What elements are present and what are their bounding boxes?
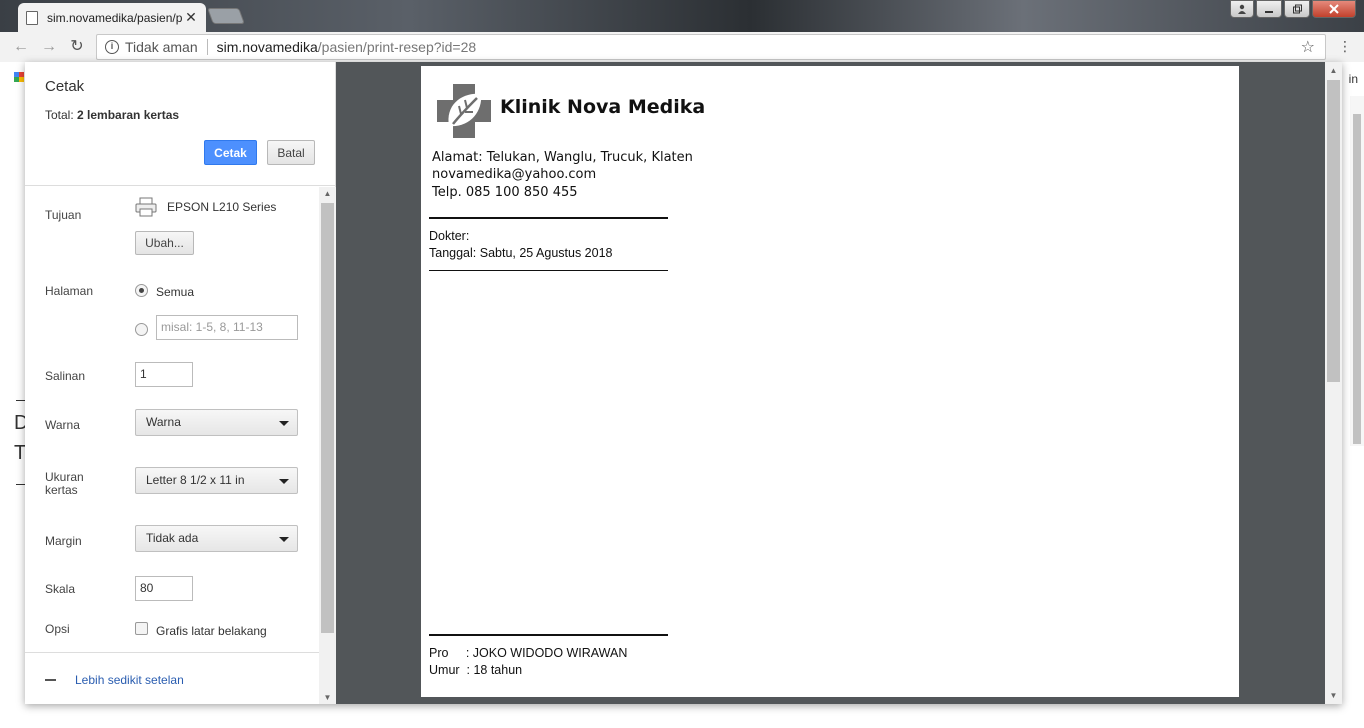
scroll-up-icon[interactable]: ▲ [1325,66,1342,75]
divider [429,270,668,271]
paper-size-select[interactable]: Letter 8 1/2 x 11 in [135,467,298,494]
clinic-name: Klinik Nova Medika [500,96,706,118]
settings-footer: Lebih sedikit setelan [25,652,319,704]
chevron-down-icon [279,537,289,542]
minimize-button[interactable] [1256,0,1282,18]
scale-label: Skala [45,582,76,596]
close-tab-icon[interactable]: ✕ [184,9,198,26]
color-value: Warna [146,415,181,429]
preview-page: Klinik Nova Medika Alamat: Telukan, Wang… [421,66,1239,697]
browser-toolbar: ← → ↻ i Tidak aman sim.novamedika/pasien… [0,32,1364,62]
background-graphics-checkbox[interactable] [135,622,148,635]
reload-icon[interactable]: ↻ [66,36,88,58]
copies-input[interactable]: 1 [135,362,193,387]
patient-age: Umur : 18 tahun [429,663,523,677]
paper-size-value: Letter 8 1/2 x 11 in [146,473,245,487]
user-icon[interactable] [1230,0,1254,18]
forward-arrow-icon[interactable]: → [38,36,60,58]
bookmark-star-icon[interactable]: ☆ [1301,37,1315,57]
print-button[interactable]: Cetak [204,140,257,165]
info-icon[interactable]: i [105,40,119,54]
total-label: Total: [45,108,78,122]
scrollbar-thumb[interactable] [1327,80,1340,382]
less-settings-link[interactable]: Lebih sedikit setelan [75,673,184,687]
color-select[interactable]: Warna [135,409,298,436]
scroll-down-icon[interactable]: ▼ [1325,691,1342,700]
pages-label: Halaman [45,284,94,298]
url-host: sim.novamedika [216,39,318,55]
total-sheets: Total: 2 lembaran kertas [45,108,179,122]
margin-select[interactable]: Tidak ada [135,525,298,552]
chevron-down-icon [279,479,289,484]
clinic-phone: Telp. 085 100 850 455 [432,185,578,200]
divider [429,634,668,636]
cancel-button[interactable]: Batal [267,140,315,165]
pages-all-label: Semua [156,285,195,299]
address-bar[interactable]: i Tidak aman sim.novamedika/pasien/print… [96,34,1326,60]
divider [206,39,208,55]
back-arrow-icon[interactable]: ← [10,36,32,58]
print-preview: Klinik Nova Medika Alamat: Telukan, Wang… [336,62,1342,704]
print-settings-sidebar: Cetak Total: 2 lembaran kertas Cetak Bat… [25,62,336,704]
tab-title: sim.novamedika/pasien/p [47,10,183,25]
printer-name: EPSON L210 Series [167,200,277,214]
background-text: in [1348,72,1358,86]
close-window-button[interactable] [1312,0,1356,18]
color-label: Warna [45,418,80,432]
change-destination-button[interactable]: Ubah... [135,231,194,255]
patient-name: Pro : JOKO WIDODO WIRAWAN [429,646,628,660]
doctor-label: Dokter: [429,229,470,243]
print-dialog: Cetak Total: 2 lembaran kertas Cetak Bat… [25,62,1342,704]
window-controls [1230,0,1356,18]
scroll-up-icon[interactable]: ▲ [319,189,336,198]
browser-tab[interactable]: sim.novamedika/pasien/p ✕ [18,3,206,32]
total-value: 2 lembaran kertas [77,108,180,122]
preview-scrollbar[interactable]: ▲ ▼ [1325,62,1342,704]
prescription-date: Tanggal: Sabtu, 25 Agustus 2018 [429,246,613,260]
chevron-down-icon [279,421,289,426]
clinic-logo-icon [437,84,491,138]
printer-icon [135,197,157,217]
margin-label: Margin [45,534,82,548]
pages-range-input[interactable]: misal: 1-5, 8, 11-13 [156,315,298,340]
scrollbar-thumb[interactable] [321,203,334,633]
background-graphics-label: Grafis latar belakang [156,624,267,638]
divider [429,217,668,219]
minus-icon [45,679,56,681]
page-scrollbar[interactable] [1350,96,1364,446]
margin-value: Tidak ada [146,531,199,545]
url-path: /pasien/print-resep?id=28 [317,39,477,55]
settings-list: Tujuan EPSON L210 Series Ubah... Halaman… [25,187,336,652]
title-bar: sim.novamedika/pasien/p ✕ [0,0,1364,32]
menu-icon[interactable]: ⋮ [1338,38,1352,55]
restore-button[interactable] [1284,0,1310,18]
paper-size-label: Ukuran kertas [45,470,84,497]
pages-all-radio[interactable] [135,284,148,297]
new-tab-button[interactable] [207,8,245,24]
security-label[interactable]: Tidak aman [125,39,198,55]
scale-input[interactable]: 80 [135,576,193,601]
copies-label: Salinan [45,369,86,383]
destination-label: Tujuan [45,208,82,222]
dialog-title: Cetak [45,78,85,95]
pages-custom-radio[interactable] [135,323,148,336]
scroll-down-icon[interactable]: ▼ [319,693,336,702]
clinic-address: Alamat: Telukan, Wanglu, Trucuk, Klaten [432,150,693,165]
clinic-email: novamedika@yahoo.com [432,167,597,182]
settings-scrollbar[interactable]: ▲ ▼ [319,187,336,704]
print-header: Cetak Total: 2 lembaran kertas Cetak Bat… [25,62,336,186]
apps-icon[interactable] [14,72,24,82]
page-icon [26,10,38,25]
options-label: Opsi [45,622,70,636]
